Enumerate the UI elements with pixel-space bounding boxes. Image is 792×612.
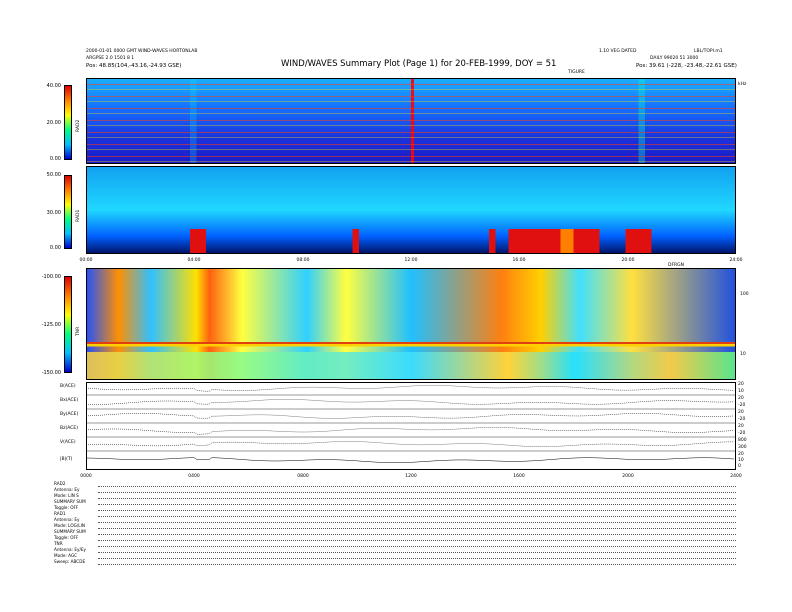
rad2-unit-label: kHz — [738, 82, 747, 87]
bt-right-tick-bottom: 0 — [738, 464, 741, 469]
settings-dotted-line — [98, 522, 736, 523]
settings-dotted-line — [98, 534, 736, 535]
by-right-tick-bottom: -20 — [738, 417, 746, 422]
tnr-colorbar — [64, 276, 72, 373]
bz-right-tick-bottom: -20 — [738, 431, 746, 436]
header-right-line3: DAILY 99020 51 3000 — [650, 56, 699, 61]
bx-right-tick-bottom: -20 — [738, 403, 746, 408]
series-label-bx: Bx(ACE) — [60, 398, 79, 403]
rad2-ylabel: RAD2 — [76, 119, 81, 132]
line-panels-svg — [86, 385, 736, 463]
series-trace — [86, 457, 735, 463]
settings-dotted-line — [98, 546, 736, 547]
rad1-xtick-6: 24:00 — [729, 258, 743, 263]
rad1-ylabel: RAD1 — [76, 209, 81, 222]
tnr-time-label: DFRGN — [668, 263, 685, 268]
series-trace — [86, 427, 735, 435]
tnr-tick-top: -100.00 — [41, 274, 61, 280]
tnr-right-tick-10: 10 — [740, 352, 746, 357]
by-right-tick-top: 20 — [738, 410, 744, 415]
bz-right-tick-top: 20 — [738, 424, 744, 429]
line-xtick-5: 2000 — [622, 474, 634, 479]
rad2-tick-mid: 20.00 — [46, 120, 61, 126]
rad2-colorbar — [64, 85, 72, 160]
header-right-line2: LBL/TOPI.m1 — [694, 49, 723, 54]
series-label-bz: Bz(ACE) — [60, 426, 78, 431]
header-left-line2: ARGPSE 2.0 1501 8 1 — [86, 56, 135, 61]
bt-right-tick-top: 20 — [738, 452, 744, 457]
tnr-tick-mid: -125.00 — [41, 322, 61, 328]
settings-dotted-line — [98, 528, 736, 529]
bx-right-tick-top: 20 — [738, 396, 744, 401]
line-xtick-4: 1600 — [513, 474, 525, 479]
line-xtick-0: 0000 — [80, 474, 92, 479]
rad1-spectrogram — [86, 166, 736, 254]
settings-line: Sweep: ABCDE — [54, 559, 86, 564]
b-right-tick-top: 20 — [738, 382, 744, 387]
v-right-tick-top: 800 — [738, 438, 747, 443]
rad2-tick-top: 40.00 — [46, 83, 61, 89]
header-left-line1: 2000-01-01 0000 GMT WIND-WAVES HORTONLAB — [86, 49, 198, 54]
series-trace — [86, 441, 735, 447]
line-xtick-2: 0800 — [297, 474, 309, 479]
line-xtick-6: 2400 — [730, 474, 742, 479]
settings-dotted-line — [98, 504, 736, 505]
series-trace — [86, 385, 735, 392]
series-trace — [86, 399, 735, 405]
b-right-tick-bottom: 10 — [738, 389, 744, 394]
rad1-xtick-3: 12:00 — [404, 258, 418, 263]
line-xtick-3: 1200 — [405, 474, 417, 479]
series-label-b: B(ACE) — [60, 384, 76, 389]
settings-dotted-line — [98, 558, 736, 559]
rad2-spectrogram — [86, 78, 736, 164]
series-label-by: By(ACE) — [60, 412, 79, 417]
rad1-tick-bottom: 0.00 — [49, 245, 61, 251]
settings-dotted-line — [98, 498, 736, 499]
header-right-line1: 1.10 VEG DATED — [599, 49, 637, 54]
header-left-line3: Pos: 48.85(104,-43.16,-24.93 GSE) — [86, 63, 182, 69]
settings-dotted-line — [98, 552, 736, 553]
rad1-colorbar — [64, 175, 72, 249]
header-right-line4: Pos: 39.61 (-228, -23.48,-22.61 GSE) — [636, 63, 737, 69]
rad1-xtick-1: 04:00 — [187, 258, 201, 263]
series-trace — [86, 413, 735, 419]
rad1-xtick-0: 00:00 — [79, 258, 93, 263]
tnr-ylabel: TNR — [76, 326, 81, 336]
tnr-lower-band — [86, 352, 736, 380]
settings-dotted-line — [98, 510, 736, 511]
rad2-tick-bottom: 0.00 — [49, 156, 61, 162]
settings-dotted-line — [98, 516, 736, 517]
rad1-tick-mid: 30.00 — [46, 210, 61, 216]
top-axis-label: TIGURE — [568, 70, 585, 75]
tnr-right-tick-100: 100 — [740, 292, 749, 297]
bt-right-tick-mid: 10 — [738, 458, 744, 463]
line-xtick-1: 0400 — [188, 474, 200, 479]
rad1-xtick-4: 16:00 — [512, 258, 526, 263]
series-label-v: V(ACE) — [60, 440, 76, 445]
settings-dotted-line — [98, 492, 736, 493]
settings-dotted-line — [98, 564, 736, 565]
settings-dotted-line — [98, 540, 736, 541]
rad1-xtick-2: 08:00 — [296, 258, 310, 263]
series-label-bt: |B|(T) — [60, 457, 73, 462]
tnr-tick-bottom: -150.00 — [41, 370, 61, 376]
settings-dotted-line — [98, 486, 736, 487]
v-right-tick-bottom: 300 — [738, 445, 747, 450]
rad1-tick-top: 50.00 — [46, 172, 61, 178]
page-title: WIND/WAVES Summary Plot (Page 1) for 20-… — [281, 59, 557, 69]
rad1-xtick-5: 20:00 — [621, 258, 635, 263]
